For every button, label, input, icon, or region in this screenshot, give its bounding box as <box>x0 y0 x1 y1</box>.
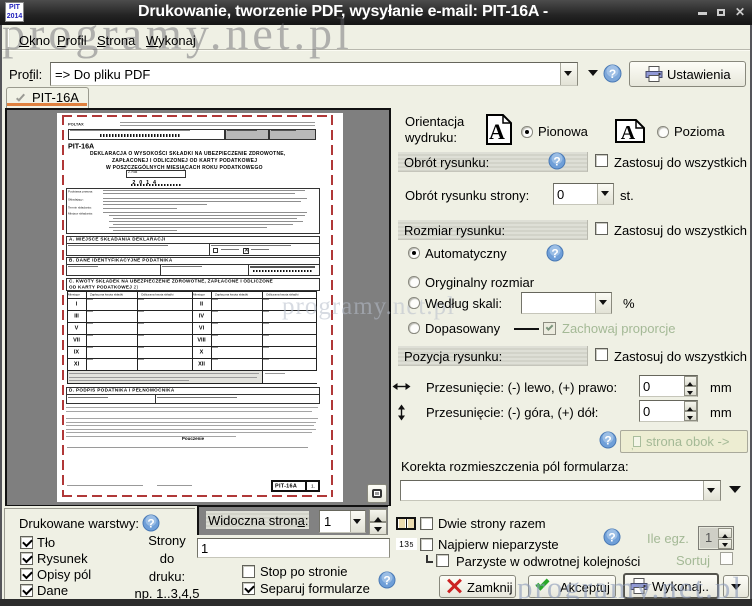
svg-text:A: A <box>621 122 636 143</box>
svg-text:A: A <box>489 119 505 144</box>
svg-text:?: ? <box>609 67 616 81</box>
